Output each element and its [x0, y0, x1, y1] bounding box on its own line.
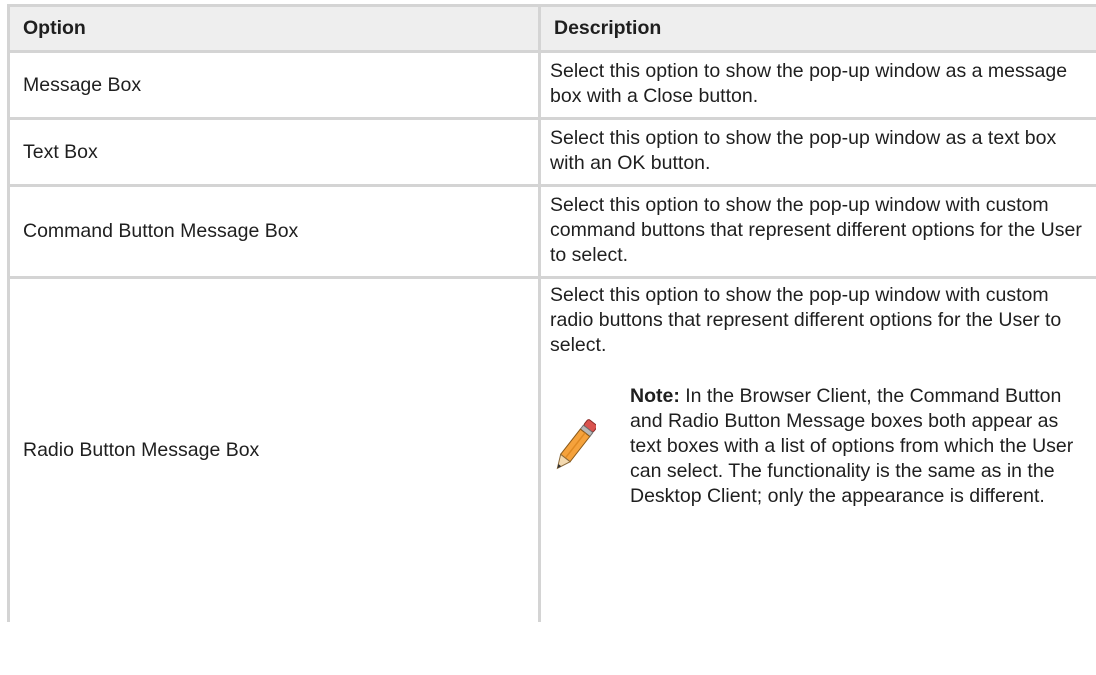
note-label: Note: [630, 385, 680, 407]
description-text: Select this option to show the pop-up wi… [550, 284, 1062, 356]
note-block: Note: In the Browser Client, the Command… [550, 384, 1082, 509]
header-description: Description [538, 4, 1096, 53]
header-option: Option [7, 4, 541, 53]
table-row: Message Box Select this option to show t… [7, 50, 1096, 120]
option-cell: Message Box [7, 50, 541, 120]
option-cell: Command Button Message Box [7, 184, 541, 279]
table-row: Command Button Message Box Select this o… [7, 184, 1096, 279]
note-text: Note: In the Browser Client, the Command… [630, 384, 1082, 509]
table-header-row: Option Description [7, 4, 1096, 53]
description-cell: Select this option to show the pop-up wi… [538, 276, 1096, 622]
table-row: Radio Button Message Box Select this opt… [7, 276, 1096, 622]
options-table: Option Description Message Box Select th… [7, 4, 1096, 622]
table-row: Text Box Select this option to show the … [7, 117, 1096, 187]
option-cell: Radio Button Message Box [7, 276, 541, 622]
note-body: In the Browser Client, the Command Butto… [630, 385, 1074, 507]
pencil-icon [550, 414, 630, 480]
description-cell: Select this option to show the pop-up wi… [538, 50, 1096, 120]
description-cell: Select this option to show the pop-up wi… [538, 117, 1096, 187]
description-cell: Select this option to show the pop-up wi… [538, 184, 1096, 279]
option-cell: Text Box [7, 117, 541, 187]
